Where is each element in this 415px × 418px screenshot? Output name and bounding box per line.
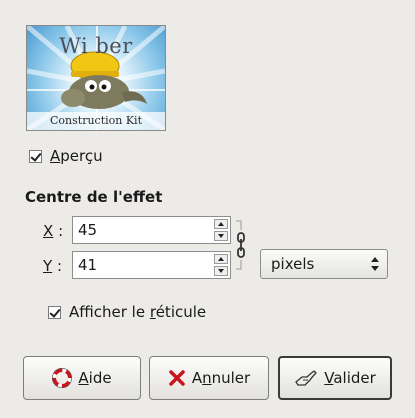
ok-hand-icon: [295, 370, 317, 386]
reticle-toggle[interactable]: Afficher le réticule: [48, 303, 206, 321]
reticle-label-after: éticule: [155, 303, 207, 321]
help-button-label: Aide: [78, 369, 111, 387]
x-spinbutton[interactable]: [72, 216, 231, 244]
x-label: X :: [43, 222, 63, 240]
preview-toggle-label: Aperçu: [50, 147, 103, 165]
reticle-label-before: Afficher le: [69, 303, 150, 321]
ok-rest: alider: [333, 369, 376, 387]
y-increment-arrow[interactable]: [214, 254, 228, 264]
ok-button[interactable]: Valider: [278, 356, 392, 400]
cancel-before: A: [191, 369, 203, 387]
preview-caption: Construction Kit: [50, 114, 142, 127]
ok-mnemonic: V: [324, 369, 334, 387]
x-label-letter: X: [43, 222, 54, 240]
y-input[interactable]: [73, 252, 198, 278]
unit-select-value: pixels: [271, 255, 315, 273]
y-label-letter: Y: [43, 257, 53, 275]
x-increment-arrow[interactable]: [214, 219, 228, 229]
lifebuoy-icon: [52, 368, 73, 388]
preview-title: Wi ber: [59, 34, 133, 58]
unit-select[interactable]: pixels: [260, 249, 388, 279]
help-button[interactable]: Aide: [23, 356, 141, 400]
preview-label-rest: perçu: [60, 147, 103, 165]
preview-checkbox[interactable]: [29, 149, 42, 163]
help-mnemonic: A: [78, 369, 89, 387]
cancel-rest: nuler: [211, 369, 251, 387]
y-spinbutton[interactable]: [72, 251, 231, 279]
ok-button-label: Valider: [324, 369, 376, 387]
reticle-checkbox[interactable]: [48, 305, 61, 319]
red-x-icon: [169, 370, 185, 386]
preview-toggle[interactable]: Aperçu: [29, 147, 103, 165]
preview-label-mnemonic: A: [50, 147, 61, 165]
y-label-colon: :: [56, 257, 63, 275]
cancel-mnemonic: n: [202, 369, 212, 387]
x-input[interactable]: [73, 217, 198, 243]
y-decrement-arrow[interactable]: [214, 266, 228, 276]
preview-thumbnail: Wi ber Construction Kit: [26, 25, 166, 131]
help-rest: ide: [88, 369, 112, 387]
y-label: Y :: [43, 257, 62, 275]
cancel-button-label: Annuler: [192, 369, 250, 387]
chevron-updown-icon: [369, 255, 381, 273]
x-label-colon: :: [58, 222, 64, 240]
effect-center-title: Centre de l'effet: [25, 188, 163, 206]
chain-link-icon[interactable]: [234, 218, 250, 272]
cancel-button[interactable]: Annuler: [149, 356, 269, 400]
x-decrement-arrow[interactable]: [214, 231, 228, 241]
reticle-toggle-label: Afficher le réticule: [69, 303, 206, 321]
